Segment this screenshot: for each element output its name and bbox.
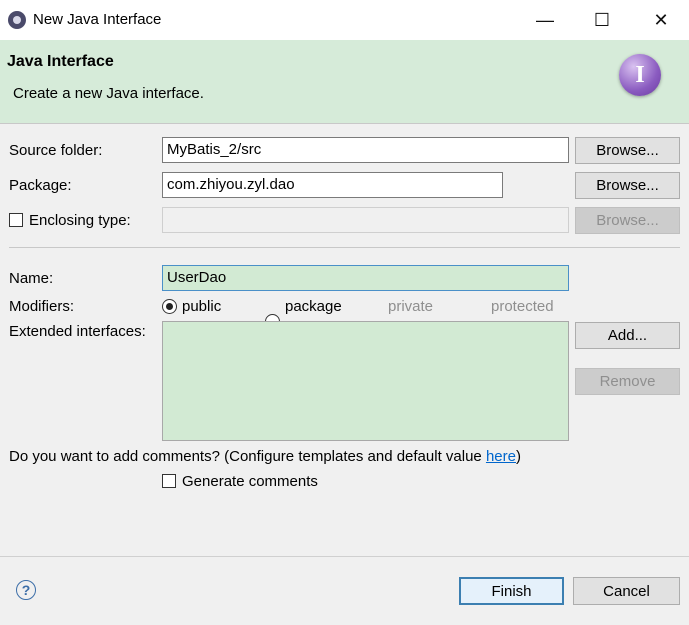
close-button[interactable]: ✕ [635,0,687,40]
source-folder-browse-button[interactable]: Browse... [575,137,680,164]
help-icon[interactable]: ? [16,580,36,600]
extended-interfaces-list[interactable] [162,321,569,441]
footer-divider [0,556,689,557]
name-label: Name: [9,270,54,287]
enclosing-type-checkbox[interactable] [9,213,23,227]
modifier-protected-label: protected [491,298,554,315]
eclipse-app-icon [8,11,26,29]
package-label: Package: [9,177,72,194]
comments-question-close: ) [515,448,521,465]
comments-question: Do you want to add comments? (Configure … [9,448,521,465]
configure-templates-link[interactable]: here [486,448,516,465]
modifier-package-label[interactable]: package [285,298,342,315]
source-folder-field[interactable]: MyBatis_2/src [162,137,569,163]
modifier-private-label: private [388,298,434,315]
modifiers-label: Modifiers: [9,298,75,315]
enclosing-type-browse-button: Browse... [575,207,680,234]
package-browse-button[interactable]: Browse... [575,172,680,199]
minimize-icon: — [536,9,554,30]
minimize-button[interactable]: — [519,0,571,40]
comments-question-text: Do you want to add comments? (Configure … [9,448,486,465]
window-title: New Java Interface [33,11,162,28]
cancel-button[interactable]: Cancel [573,577,680,605]
modifier-public-radio[interactable] [162,299,177,314]
modifier-public-label[interactable]: public [182,298,221,315]
maximize-icon: ☐ [593,9,611,30]
finish-button[interactable]: Finish [459,577,564,605]
package-field[interactable]: com.zhiyou.zyl.dao [162,172,503,198]
maximize-button[interactable]: ☐ [576,0,628,40]
banner-subtitle: Create a new Java interface. [13,85,204,102]
remove-interface-button: Remove [575,368,680,395]
banner-title: Java Interface [7,53,114,70]
extended-interfaces-label: Extended interfaces: [9,323,146,340]
enclosing-type-field [162,207,569,233]
add-interface-button[interactable]: Add... [575,322,680,349]
name-field[interactable]: UserDao [162,265,569,291]
enclosing-type-label: Enclosing type: [29,212,131,229]
generate-comments-checkbox[interactable] [162,474,176,488]
source-folder-label: Source folder: [9,142,103,159]
close-icon: ✕ [653,9,669,30]
interface-icon: I [619,54,661,96]
section-divider [9,247,680,248]
generate-comments-label[interactable]: Generate comments [182,473,318,490]
